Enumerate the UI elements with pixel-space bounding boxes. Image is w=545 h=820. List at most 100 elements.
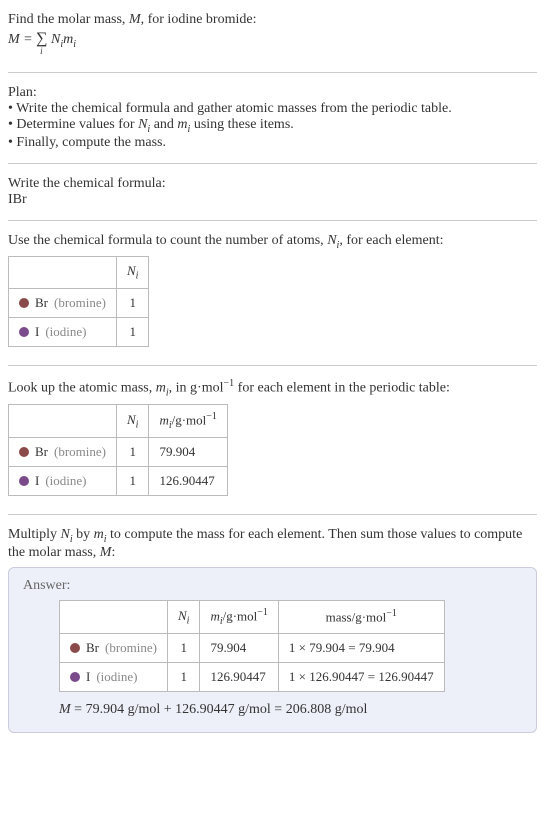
sigma-symbol: ∑ — [36, 30, 47, 47]
hdr-ni-sub: i — [136, 271, 139, 282]
element-dot-icon — [19, 476, 29, 486]
hdr-mass: mass/g·mol — [326, 610, 387, 625]
mult-mvar: M — [100, 545, 112, 560]
ni-cell: 1 — [116, 288, 148, 317]
element-dot-icon — [70, 643, 80, 653]
intro-prefix: Find the molar mass, — [8, 12, 129, 27]
atomic-mass-table: Ni mi/g·mol−1 Br (bromine) 1 79.904 I (i… — [8, 404, 228, 496]
formula-n: N — [48, 32, 61, 47]
atomic-line: Look up the atomic mass, mi, in g·mol−1 … — [8, 378, 537, 398]
element-name: (iodine) — [45, 473, 86, 489]
element-cell: I (iodine) — [9, 467, 117, 496]
mult-m: m — [94, 527, 104, 542]
hdr-unit: /g·mol — [172, 413, 207, 428]
ni-cell: 1 — [116, 317, 148, 346]
divider — [8, 514, 537, 515]
header-empty — [9, 257, 117, 289]
element-dot-icon — [19, 298, 29, 308]
table-row: I (iodine) 1 126.90447 — [9, 467, 228, 496]
hdr-unit-sup: −1 — [206, 411, 217, 422]
count-var: N — [327, 233, 336, 248]
atomic-mass-section: Look up the atomic mass, mi, in g·mol−1 … — [8, 374, 537, 506]
element-cell: Br (bromine) — [60, 634, 168, 663]
mult-by: by — [73, 527, 94, 542]
count-prefix: Use the chemical formula to count the nu… — [8, 233, 327, 248]
intro-var: M — [129, 12, 141, 27]
header-empty — [9, 405, 117, 438]
mult-n: N — [61, 527, 70, 542]
mult-prefix: Multiply — [8, 527, 61, 542]
divider — [8, 365, 537, 366]
table-header-row: Ni mi/g·mol−1 — [9, 405, 228, 438]
plan-bullet-2: • Determine values for Ni and mi using t… — [8, 117, 537, 135]
answer-table: Ni mi/g·mol−1 mass/g·mol−1 Br (bromine) … — [59, 600, 445, 692]
header-ni: Ni — [167, 601, 199, 634]
mi-cell: 126.90447 — [200, 663, 278, 692]
chem-heading: Write the chemical formula: — [8, 176, 537, 192]
element-name: (iodine) — [96, 669, 137, 685]
divider — [8, 163, 537, 164]
chemical-formula-section: Write the chemical formula: IBr — [8, 172, 537, 212]
am-prefix: Look up the atomic mass, — [8, 381, 156, 396]
multiply-line: Multiply Ni by mi to compute the mass fo… — [8, 527, 537, 561]
plan-bullet-3: • Finally, compute the mass. — [8, 135, 537, 151]
table-row: Br (bromine) 1 — [9, 288, 149, 317]
formula-m: m — [63, 32, 73, 47]
chem-value: IBr — [8, 192, 537, 208]
element-name: (iodine) — [45, 324, 86, 340]
hdr-unit: /g·mol — [223, 608, 258, 623]
plan-heading: Plan: — [8, 85, 537, 101]
element-dot-icon — [19, 447, 29, 457]
mi-cell: 126.90447 — [149, 467, 227, 496]
hdr-mi: m — [159, 413, 168, 428]
molar-result: M = 79.904 g/mol + 126.90447 g/mol = 206… — [59, 702, 522, 718]
hdr-ni: N — [127, 412, 136, 427]
element-symbol: Br — [35, 295, 48, 311]
count-table: Ni Br (bromine) 1 I (iodine) 1 — [8, 256, 149, 347]
element-dot-icon — [70, 672, 80, 682]
element-cell: Br (bromine) — [9, 288, 117, 317]
molar-var: M — [59, 702, 71, 717]
plan-bullet-1: • Write the chemical formula and gather … — [8, 101, 537, 117]
header-ni: Ni — [116, 257, 148, 289]
element-name: (bromine) — [105, 640, 157, 656]
mi-cell: 79.904 — [149, 438, 227, 467]
table-row: Br (bromine) 1 79.904 — [9, 438, 228, 467]
answer-box: Answer: Ni mi/g·mol−1 mass/g·mol−1 Br (b… — [8, 567, 537, 733]
table-row: I (iodine) 1 126.90447 1 × 126.90447 = 1… — [60, 663, 445, 692]
am-sup: −1 — [224, 378, 235, 389]
element-name: (bromine) — [54, 295, 106, 311]
header-empty — [60, 601, 168, 634]
hdr-unit-sup: −1 — [257, 607, 268, 618]
table-header-row: Ni — [9, 257, 149, 289]
am-var: m — [156, 381, 166, 396]
count-section: Use the chemical formula to count the nu… — [8, 229, 537, 357]
hdr-mass-sup: −1 — [386, 608, 397, 619]
count-line: Use the chemical formula to count the nu… — [8, 233, 537, 251]
element-cell: Br (bromine) — [9, 438, 117, 467]
ni-cell: 1 — [116, 438, 148, 467]
divider — [8, 220, 537, 221]
ni-cell: 1 — [116, 467, 148, 496]
table-row: Br (bromine) 1 79.904 1 × 79.904 = 79.90… — [60, 634, 445, 663]
header-mi: mi/g·mol−1 — [149, 405, 227, 438]
multiply-section: Multiply Ni by mi to compute the mass fo… — [8, 523, 537, 737]
hdr-ni-sub: i — [136, 420, 139, 431]
formula-m-sub: i — [73, 39, 76, 50]
count-suffix: , for each element: — [339, 233, 443, 248]
element-symbol: I — [35, 473, 39, 489]
hdr-mi: m — [210, 608, 219, 623]
plan-b2-and: and — [150, 117, 177, 132]
hdr-ni: N — [178, 608, 187, 623]
mi-cell: 79.904 — [200, 634, 278, 663]
header-ni: Ni — [116, 405, 148, 438]
element-name: (bromine) — [54, 444, 106, 460]
header-mass: mass/g·mol−1 — [278, 601, 444, 634]
hdr-ni-sub: i — [187, 615, 190, 626]
intro-line: Find the molar mass, M, for iodine bromi… — [8, 12, 537, 28]
element-cell: I (iodine) — [9, 317, 117, 346]
ni-cell: 1 — [167, 663, 199, 692]
intro-suffix: , for iodine bromide: — [141, 12, 257, 27]
mass-cell: 1 × 79.904 = 79.904 — [278, 634, 444, 663]
plan-b2-m: m — [177, 117, 187, 132]
